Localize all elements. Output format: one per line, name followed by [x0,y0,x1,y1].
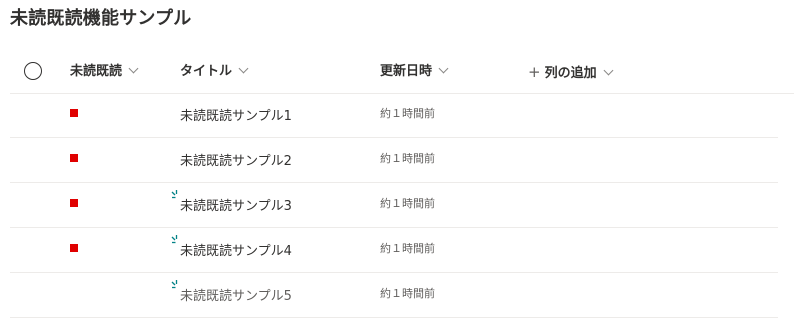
table-row[interactable]: 未読既読サンプル5 約１時間前 [10,273,778,318]
list-rows: 未読既読サンプル1 約１時間前 未読既読サンプル2 約１時間前 未読既読サンプル… [10,93,778,318]
row-modified: 約１時間前 [380,197,435,210]
add-column-label: 列の追加 [544,66,597,81]
table-row[interactable]: 未読既読サンプル3 約１時間前 [10,183,778,228]
plus-icon: + [528,63,541,81]
row-title[interactable]: 未読既読サンプル1 [180,105,292,124]
list-header: 未読既読 タイトル 更新日時 + 列の追加 [10,53,794,94]
row-modified: 約１時間前 [380,152,435,165]
table-row[interactable]: 未読既読サンプル1 約１時間前 [10,93,778,138]
table-row[interactable]: 未読既読サンプル2 約１時間前 [10,138,778,183]
column-header-unread-label: 未読既読 [70,64,123,79]
row-modified: 約１時間前 [380,107,435,120]
unread-indicator [70,109,78,117]
column-header-title-label: タイトル [180,64,233,79]
row-title[interactable]: 未読既読サンプル5 [180,285,292,304]
chevron-down-icon [128,63,139,74]
row-title[interactable]: 未読既読サンプル3 [180,195,292,214]
unread-indicator [70,154,78,162]
column-header-modified-label: 更新日時 [380,64,433,79]
chevron-down-icon [603,65,614,76]
table-row[interactable]: 未読既読サンプル4 約１時間前 [10,228,778,273]
row-title[interactable]: 未読既読サンプル4 [180,240,292,259]
page-title: 未読既読機能サンプル [10,8,192,29]
row-modified: 約１時間前 [380,287,435,300]
column-header-title[interactable]: タイトル [180,62,249,82]
add-column-button[interactable]: + 列の追加 [528,62,614,82]
chevron-down-icon [238,63,249,74]
column-header-unread[interactable]: 未読既読 [70,62,139,82]
chevron-down-icon [438,63,449,74]
unread-indicator [70,244,78,252]
column-header-modified[interactable]: 更新日時 [380,62,449,82]
select-all-circle-icon[interactable] [24,62,42,80]
row-title[interactable]: 未読既読サンプル2 [180,150,292,169]
unread-indicator [70,199,78,207]
row-modified: 約１時間前 [380,242,435,255]
